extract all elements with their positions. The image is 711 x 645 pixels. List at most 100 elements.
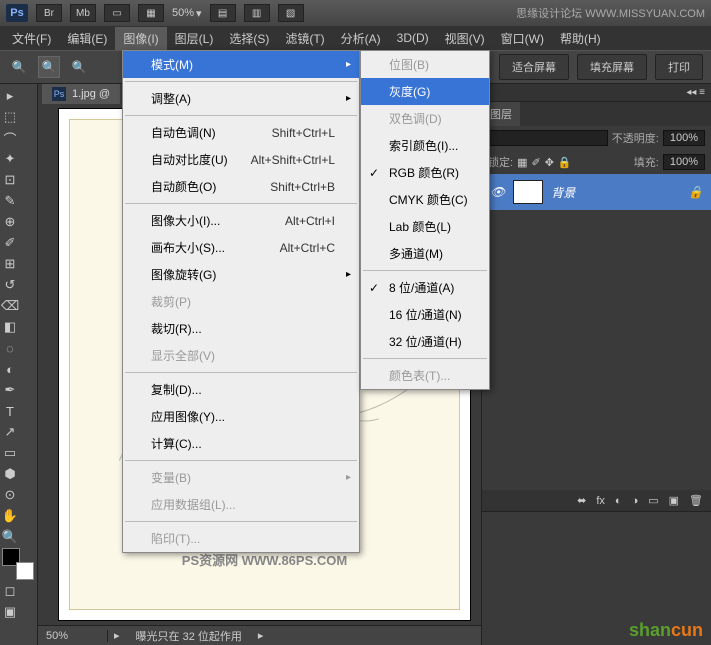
crop-tool-icon[interactable]: ⊡ [2, 170, 18, 190]
print-size-button[interactable]: 打印 [655, 54, 703, 80]
menu-auto-contrast[interactable]: 自动对比度(U)Alt+Shift+Ctrl+L [123, 146, 359, 173]
menu-window[interactable]: 窗口(W) [493, 27, 552, 50]
opacity-field[interactable]: 100% [663, 130, 705, 146]
lasso-tool-icon[interactable]: ⌒ [2, 128, 18, 148]
trash-icon[interactable]: 🗑 [689, 494, 703, 507]
folder-icon[interactable]: ▭ [648, 494, 658, 507]
dodge-tool-icon[interactable]: ◐ [2, 359, 18, 379]
menu-trim[interactable]: 裁切(R)... [123, 315, 359, 342]
zoom-in-icon[interactable]: 🔍 [38, 56, 60, 78]
layer-thumbnail[interactable] [513, 180, 543, 204]
status-zoom[interactable]: 50% [38, 630, 108, 642]
link-icon[interactable]: ⬌ [577, 494, 586, 507]
mode-cmyk[interactable]: CMYK 颜色(C) [361, 186, 489, 213]
healing-tool-icon[interactable]: ⊕ [2, 212, 18, 232]
mode-multichannel[interactable]: 多通道(M) [361, 240, 489, 267]
marquee-tool-icon[interactable]: ⬚ [2, 107, 18, 127]
fit-screen-button[interactable]: 适合屏幕 [499, 54, 569, 80]
new-layer-icon[interactable]: ▣ [669, 494, 679, 507]
camera-tool-icon[interactable]: ⊙ [2, 485, 18, 505]
submenu-arrow-icon: ▸ [346, 472, 351, 483]
path-tool-icon[interactable]: ↗ [2, 422, 18, 442]
menu-view[interactable]: 视图(V) [437, 27, 493, 50]
mode-16bit[interactable]: 16 位/通道(N) [361, 301, 489, 328]
fill-field[interactable]: 100% [663, 154, 705, 170]
menu-edit[interactable]: 编辑(E) [59, 27, 115, 50]
mode-grayscale[interactable]: 灰度(G) [361, 78, 489, 105]
mode-rgb[interactable]: ✓RGB 颜色(R) [361, 159, 489, 186]
mode-8bit[interactable]: ✓8 位/通道(A) [361, 274, 489, 301]
shape-tool-icon[interactable]: ▭ [2, 443, 18, 463]
brush-tool-icon[interactable]: ✐ [2, 233, 18, 253]
zoom-tool-icon[interactable]: 🔍 [2, 527, 18, 547]
lock-pixel-icon[interactable]: ✐ [531, 156, 540, 169]
document-tab[interactable]: Ps 1.jpg @ [42, 84, 120, 104]
lock-label: 锁定: [488, 154, 513, 170]
quickmask-icon[interactable]: ◻ [2, 581, 18, 601]
menu-duplicate[interactable]: 复制(D)... [123, 376, 359, 403]
wand-tool-icon[interactable]: ✦ [2, 149, 18, 169]
fill-screen-button[interactable]: 填充屏幕 [577, 54, 647, 80]
menu-apply-image[interactable]: 应用图像(Y)... [123, 403, 359, 430]
tool-preset-icon[interactable]: 🔍 [8, 56, 30, 78]
view-rulers-icon[interactable]: ▥ [244, 4, 270, 22]
eyedropper-tool-icon[interactable]: ✎ [2, 191, 18, 211]
visibility-icon[interactable]: 👁 [490, 185, 505, 199]
color-swatch-icon[interactable] [2, 548, 34, 580]
menu-canvas-size[interactable]: 画布大小(S)...Alt+Ctrl+C [123, 234, 359, 261]
fx-icon[interactable]: fx [596, 495, 605, 507]
eraser-tool-icon[interactable]: ⌫ [2, 296, 18, 316]
adjustment-icon[interactable]: ◑ [632, 495, 639, 507]
lock-trans-icon[interactable]: ▦ [517, 156, 527, 169]
lock-pos-icon[interactable]: ✥ [545, 156, 554, 169]
menu-image-rotation[interactable]: 图像旋转(G)▸ [123, 261, 359, 288]
history-brush-tool-icon[interactable]: ↺ [2, 275, 18, 295]
bridge-icon[interactable]: Br [36, 4, 62, 22]
menu-image-size[interactable]: 图像大小(I)...Alt+Ctrl+I [123, 207, 359, 234]
view-extras-icon[interactable]: ▤ [210, 4, 236, 22]
opacity-label: 不透明度: [612, 130, 659, 146]
menu-analysis[interactable]: 分析(A) [333, 27, 389, 50]
screenmode-tool-icon[interactable]: ▣ [2, 602, 18, 622]
mini-bridge-icon[interactable]: Mb [70, 4, 96, 22]
doc-tab-label: 1.jpg @ [72, 88, 110, 100]
3d-tool-icon[interactable]: ⬢ [2, 464, 18, 484]
move-tool-icon[interactable]: ▸ [2, 86, 18, 106]
mode-32bit[interactable]: 32 位/通道(H) [361, 328, 489, 355]
menu-auto-color[interactable]: 自动颜色(O)Shift+Ctrl+B [123, 173, 359, 200]
layer-row-background[interactable]: 👁 背景 🔒 [482, 174, 711, 210]
blend-mode-select[interactable] [488, 130, 608, 146]
screen-mode-icon[interactable]: ▭ [104, 4, 130, 22]
menu-help[interactable]: 帮助(H) [552, 27, 609, 50]
menu-adjustments[interactable]: 调整(A)▸ [123, 85, 359, 112]
menu-image[interactable]: 图像(I) [115, 27, 166, 50]
gradient-tool-icon[interactable]: ◧ [2, 317, 18, 337]
menu-calculations[interactable]: 计算(C)... [123, 430, 359, 457]
stamp-tool-icon[interactable]: ⊞ [2, 254, 18, 274]
menu-select[interactable]: 选择(S) [221, 27, 277, 50]
blur-tool-icon[interactable]: ◌ [2, 338, 18, 358]
submenu-arrow-icon: ▸ [346, 93, 351, 104]
zoom-select[interactable]: 50% ▾ [172, 7, 202, 20]
hand-tool-icon[interactable]: ✋ [2, 506, 18, 526]
chevron-right-icon[interactable]: ▸ [108, 629, 126, 642]
mode-lab[interactable]: Lab 颜色(L) [361, 213, 489, 240]
arrange-icon[interactable]: ▦ [138, 4, 164, 22]
pen-tool-icon[interactable]: ✒ [2, 380, 18, 400]
menu-layer[interactable]: 图层(L) [167, 27, 222, 50]
menu-mode[interactable]: 模式(M)▸ [123, 51, 359, 78]
menu-separator [363, 358, 487, 359]
menu-file[interactable]: 文件(F) [4, 27, 59, 50]
view-guides-icon[interactable]: ▧ [278, 4, 304, 22]
mode-indexed[interactable]: 索引颜色(I)... [361, 132, 489, 159]
menu-auto-tone[interactable]: 自动色调(N)Shift+Ctrl+L [123, 119, 359, 146]
layer-name: 背景 [551, 184, 575, 201]
menu-filter[interactable]: 滤镜(T) [277, 27, 332, 50]
panel-collapse-1[interactable]: ◂◂ ≡ [482, 84, 711, 102]
mask-icon[interactable]: ◐ [615, 495, 622, 507]
zoom-out-icon[interactable]: 🔍 [68, 56, 90, 78]
menu-3d[interactable]: 3D(D) [389, 28, 437, 48]
chevron-right-icon[interactable]: ▸ [252, 629, 270, 642]
type-tool-icon[interactable]: T [2, 401, 18, 421]
lock-all-icon[interactable]: 🔒 [558, 156, 572, 169]
